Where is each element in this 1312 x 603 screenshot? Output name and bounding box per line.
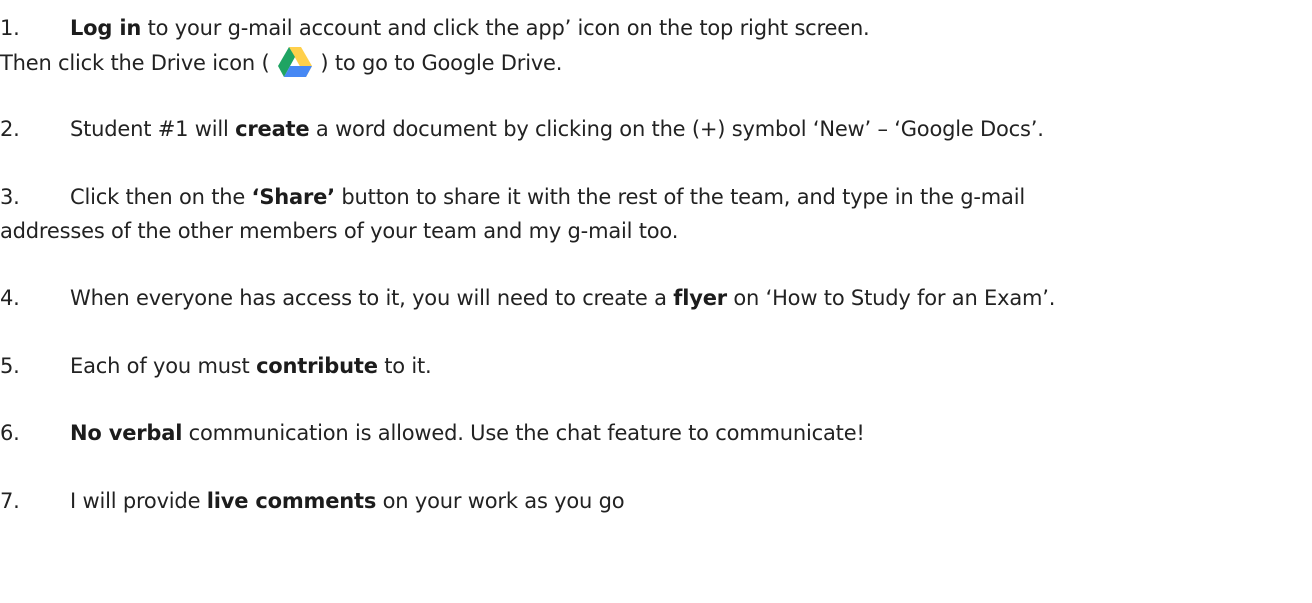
step-number: 1.	[0, 16, 20, 40]
step-text: on your work as you go	[376, 489, 625, 513]
step-text: Student #1 will	[70, 117, 236, 141]
step-5: 5. Each of you must contribute to it.	[0, 351, 432, 381]
step-bold-text: flyer	[673, 286, 727, 310]
step-bold-text: contribute	[256, 354, 378, 378]
step-text: on ‘How to Study for an Exam’.	[726, 286, 1056, 310]
step-number: 2.	[0, 117, 20, 141]
step-text: to your g-mail account and click the app…	[141, 16, 870, 40]
step-number: 3.	[0, 185, 20, 209]
step-bold-text: ‘Share’	[251, 185, 336, 209]
step-bold-text: live comments	[206, 489, 377, 513]
step-2: 2. Student #1 will create a word document…	[0, 114, 1044, 144]
step-text: to it.	[377, 354, 432, 378]
step-1: 1. Log in to your g-mail account and clic…	[0, 13, 870, 43]
step-3: 3. Click then on the ‘Share’ button to sh…	[0, 182, 1025, 212]
step-text: button to share it with the rest of the …	[334, 185, 1025, 209]
step-6: 6. No verbal communication is allowed. Us…	[0, 418, 865, 448]
step-7: 7. I will provide live comments on your w…	[0, 486, 625, 516]
step-text: Each of you must	[70, 354, 257, 378]
step-text: When everyone has access to it, you will…	[70, 286, 674, 310]
google-drive-icon	[277, 47, 312, 77]
step-4: 4. When everyone has access to it, you wi…	[0, 283, 1055, 313]
step-text: I will provide	[70, 489, 207, 513]
step-text: Click then on the	[70, 185, 252, 209]
step-text: ) to go to Google Drive.	[320, 51, 563, 75]
instructions-document: 1. Log in to your g-mail account and clic…	[0, 0, 1312, 603]
step-number: 5.	[0, 354, 20, 378]
step-text: Then click the Drive icon (	[0, 51, 270, 75]
step-3-line-2: addresses of the other members of your t…	[0, 216, 678, 246]
step-bold-text: No verbal	[70, 421, 183, 445]
step-1-line-2: Then click the Drive icon ( ) to go to G…	[0, 47, 562, 78]
step-bold-text: Log in	[70, 16, 142, 40]
step-number: 6.	[0, 421, 20, 445]
step-bold-text: create	[235, 117, 310, 141]
step-number: 7.	[0, 489, 20, 513]
step-text: addresses of the other members of your t…	[0, 219, 679, 243]
step-text: a word document by clicking on the (+) s…	[309, 117, 1044, 141]
step-text: communication is allowed. Use the chat f…	[182, 421, 865, 445]
step-number: 4.	[0, 286, 20, 310]
